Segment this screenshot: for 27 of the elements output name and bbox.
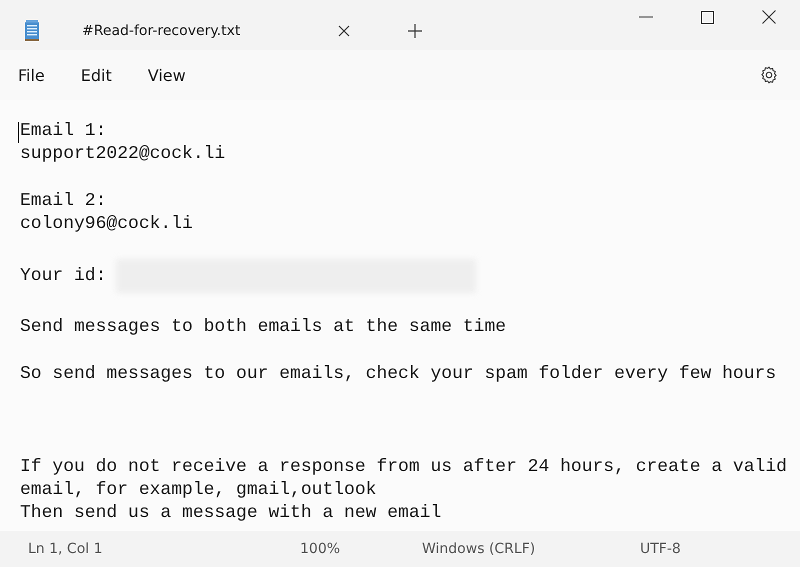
close-tab-icon[interactable] bbox=[338, 25, 350, 37]
encoding: UTF-8 bbox=[640, 541, 681, 557]
menu-item[interactable]: Edit bbox=[80, 66, 112, 84]
text-line: Then send us a message with a new email bbox=[20, 502, 442, 525]
text-line: email, for example, gmail,outlook bbox=[20, 478, 376, 502]
text-line: Your id: bbox=[20, 264, 106, 288]
menu-item[interactable]: File bbox=[18, 66, 45, 84]
text-line: support2022@cock.li bbox=[20, 143, 226, 166]
settings-icon[interactable] bbox=[759, 65, 779, 85]
close-icon[interactable] bbox=[762, 10, 776, 24]
tab-title: #Read-for-recovery.txt bbox=[82, 23, 240, 39]
text-line: Email 1: bbox=[20, 120, 106, 143]
document-tab[interactable]: #Read-for-recovery.txt bbox=[78, 23, 354, 39]
text-line: If you do not receive a response from us after 24 hours, create a valid bbox=[20, 456, 787, 479]
text-cursor bbox=[18, 122, 19, 143]
line-ending: Windows (CRLF) bbox=[422, 541, 536, 557]
maximize-icon[interactable] bbox=[701, 10, 714, 24]
minimize-icon[interactable] bbox=[639, 16, 653, 18]
cursor-position: Ln 1, Col 1 bbox=[28, 541, 104, 557]
text-line: So send messages to our emails, check your spam folder every few hours bbox=[20, 362, 776, 386]
text-line: colony96@cock.li bbox=[20, 212, 193, 236]
text-line: Send messages to both emails at the same time bbox=[20, 316, 506, 340]
menu-item[interactable]: View bbox=[148, 66, 186, 84]
notepad-icon bbox=[24, 20, 40, 42]
text-line: Email 2: bbox=[20, 190, 106, 213]
zoom-level: 100% bbox=[300, 541, 342, 557]
new-tab-icon[interactable] bbox=[408, 24, 422, 38]
